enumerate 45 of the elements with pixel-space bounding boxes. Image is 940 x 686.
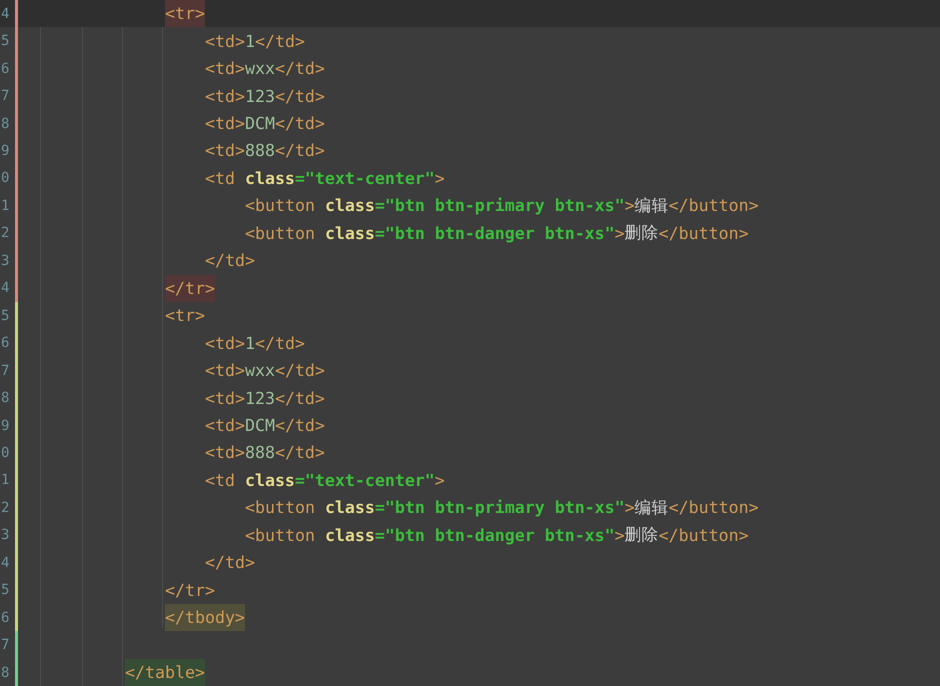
line-number: 0 xyxy=(1,170,10,186)
code-line: <td>DCM</td> xyxy=(205,415,325,438)
line-number: 5 xyxy=(1,582,10,598)
line-number: 9 xyxy=(1,142,10,159)
line-number: 7 xyxy=(1,637,10,654)
line-number: 3 xyxy=(1,527,10,544)
line-number: 6 xyxy=(1,335,10,352)
line-number: 9 xyxy=(1,418,10,434)
line-number: 7 xyxy=(1,88,10,104)
line-number: 3 xyxy=(1,252,10,269)
code-line: <td>888</td> xyxy=(205,442,325,464)
code-line: <td>wxx</td> xyxy=(205,58,325,80)
code-line: <td class="text-center"> xyxy=(205,470,445,492)
code-line: </td> xyxy=(205,250,255,272)
code-line: <td>DCM</td> xyxy=(205,113,325,136)
line-number: 1 xyxy=(1,472,10,488)
code-line: <button class="btn btn-danger btn-xs">删除</button> xyxy=(245,524,749,547)
line-number: 5 xyxy=(1,308,10,324)
line-number: 8 xyxy=(1,664,10,681)
code-line: <button class="btn btn-primary btn-xs">编辑</button> xyxy=(245,496,759,520)
line-number: 5 xyxy=(1,33,10,50)
code-line: <td>123</td> xyxy=(205,388,325,410)
code-line: <td>1</td> xyxy=(205,332,305,355)
code-line: <td>888</td> xyxy=(205,140,325,162)
code-line: </td> xyxy=(205,552,255,574)
line-number: 2 xyxy=(1,225,10,242)
line-number: 4 xyxy=(1,6,10,22)
line-number: 6 xyxy=(1,610,10,626)
code-line: <td>1</td> xyxy=(205,30,305,53)
line-number: 8 xyxy=(1,390,10,406)
code-line: <button class="btn btn-danger btn-xs">删除</button> xyxy=(245,222,749,245)
code-line: <tr> xyxy=(165,305,205,328)
code-line: <td class="text-center"> xyxy=(205,168,445,190)
line-number: 7 xyxy=(1,362,10,379)
line-number: 0 xyxy=(1,444,10,461)
line-number: 1 xyxy=(1,198,10,214)
line-number: 4 xyxy=(1,280,10,296)
code-line: <td>wxx</td> xyxy=(205,360,325,382)
line-number: 6 xyxy=(1,60,10,77)
line-number: 2 xyxy=(1,500,10,516)
line-number: 8 xyxy=(1,116,10,132)
code-line: </tr> xyxy=(165,580,215,602)
line-number: 4 xyxy=(1,554,10,571)
code-line: <button class="btn btn-primary btn-xs">编辑</button> xyxy=(245,194,759,218)
code-line: <td>123</td> xyxy=(205,86,325,108)
